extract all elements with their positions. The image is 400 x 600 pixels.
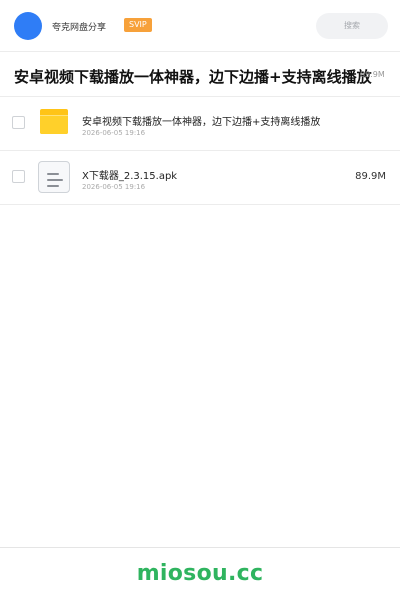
folder-title-row: 安卓视频下载播放一体神器，边下边播+支持离线播放 89.9M [0, 53, 400, 97]
file-date: 2026-06-05 19:16 [82, 129, 146, 137]
list-item[interactable]: X下载器_2.3.15.apk 2026-06-05 19:16 89.9M [0, 151, 400, 205]
file-name[interactable]: 安卓视频下载播放一体神器，边下边播+支持离线播放 [82, 113, 320, 128]
file-name[interactable]: X下载器_2.3.15.apk [82, 167, 177, 182]
footer: miosou.cc [0, 547, 400, 600]
folder-icon [38, 107, 70, 139]
page-title: 安卓视频下载播放一体神器，边下边播+支持离线播放 [14, 68, 372, 86]
search-input[interactable]: 搜索 [316, 13, 388, 39]
total-size: 89.9M [360, 70, 385, 79]
app-name: 夸克网盘分享 [52, 23, 107, 33]
file-size: 89.9M [355, 171, 386, 182]
apk-file-icon [38, 161, 70, 193]
avatar[interactable] [14, 12, 42, 40]
watermark: miosou.cc [136, 561, 264, 586]
svip-badge[interactable]: SVIP [124, 18, 152, 32]
select-checkbox[interactable] [12, 116, 25, 129]
top-header: 夸克网盘分享 SVIP 搜索 [0, 0, 400, 52]
file-date: 2026-06-05 19:16 [82, 183, 146, 191]
list-item[interactable]: 安卓视频下载播放一体神器，边下边播+支持离线播放 2026-06-05 19:1… [0, 97, 400, 151]
select-checkbox[interactable] [12, 170, 25, 183]
